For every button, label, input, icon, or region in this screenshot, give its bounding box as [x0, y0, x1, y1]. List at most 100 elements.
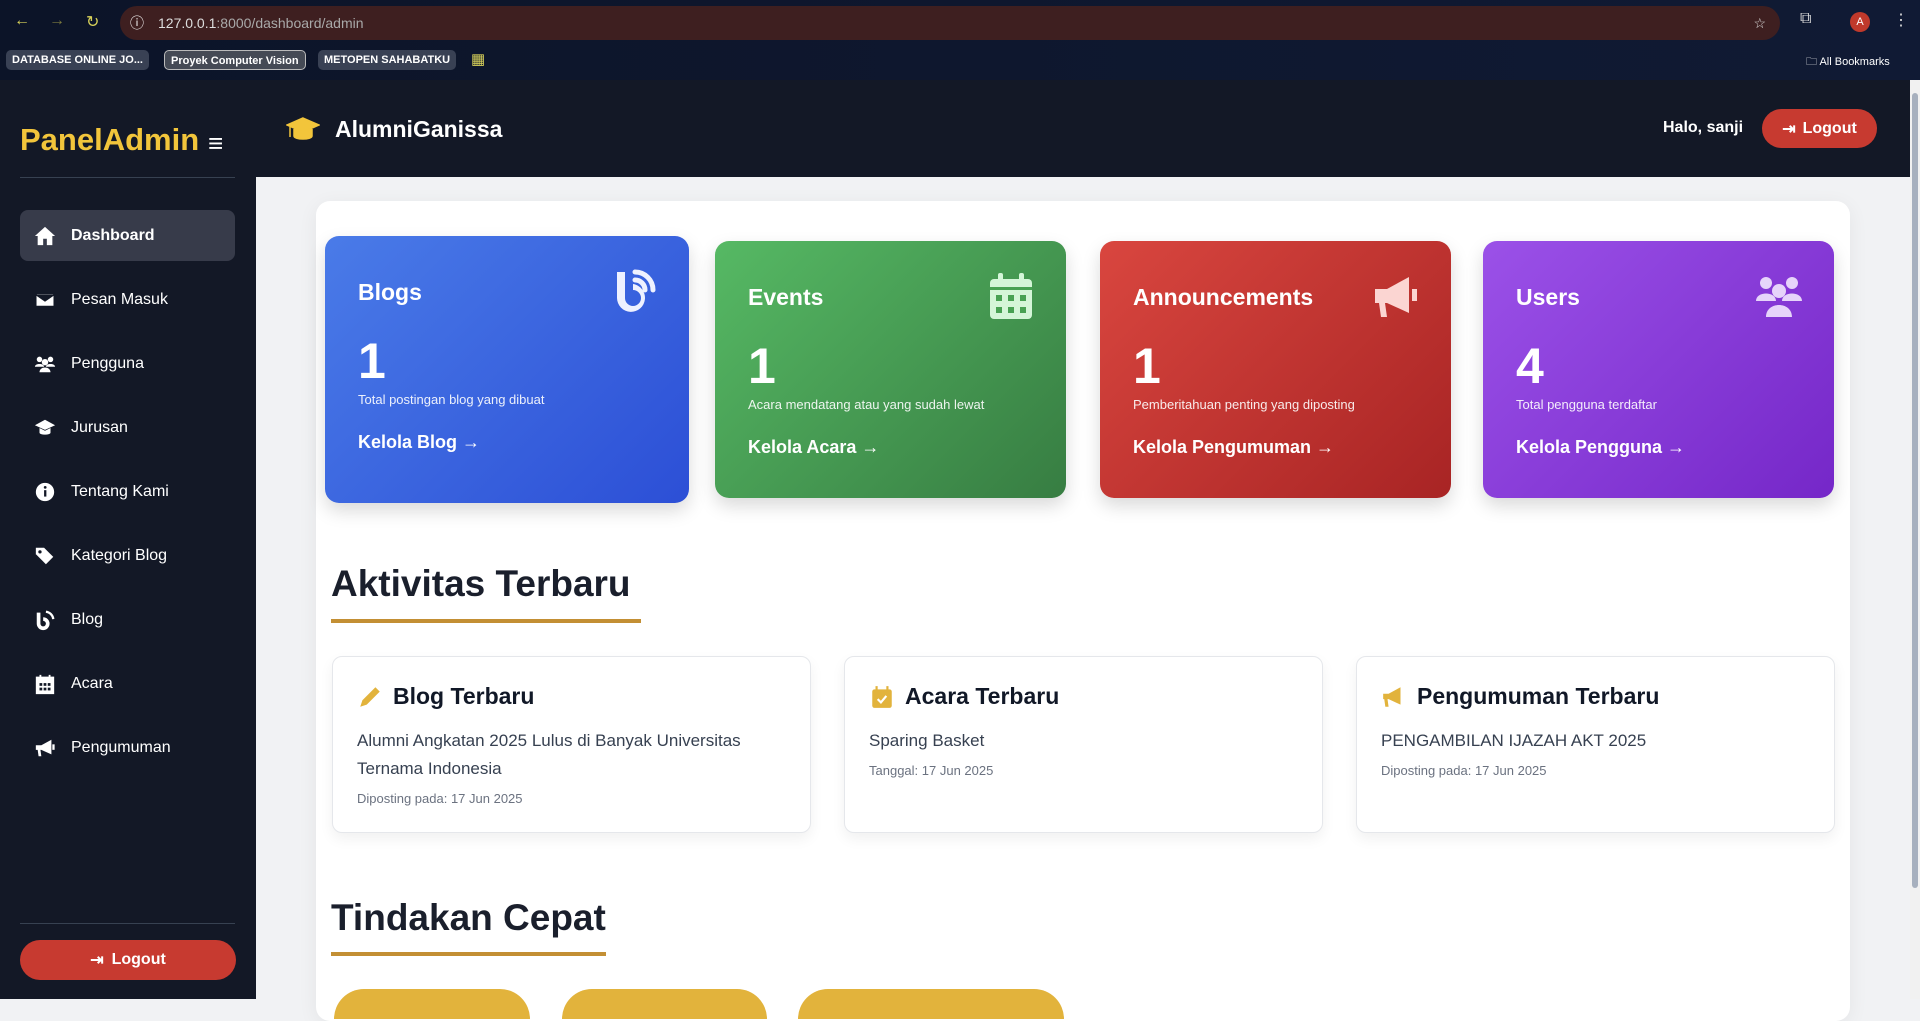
forward-icon[interactable]: →	[49, 12, 65, 30]
extensions-icon[interactable]: ⧉	[1800, 10, 1811, 28]
sidebar-item-label: Kategori Blog	[71, 546, 168, 564]
bookmark-item[interactable]: METOPEN SAHABATKU	[318, 50, 457, 70]
bookmark-star-icon[interactable]: ☆	[1753, 6, 1766, 40]
sidebar-item-pesan-masuk[interactable]: Pesan Masuk	[20, 274, 235, 325]
arrow-right-icon: →	[861, 437, 880, 457]
sidebar-item-label: Tentang Kami	[71, 482, 169, 500]
sidebar-item-label: Acara	[71, 674, 113, 692]
activity-card-body: PENGAMBILAN IJAZAH AKT 2025	[1381, 731, 1647, 750]
hamburger-menu-icon[interactable]: ≡	[208, 128, 223, 159]
sidebar-item-jurusan[interactable]: Jurusan	[20, 402, 235, 453]
stat-title: Blogs	[358, 279, 422, 305]
logout-icon: ⇥	[90, 952, 104, 969]
activity-card-title: Pengumuman Terbaru	[1417, 683, 1660, 709]
section-title-activity: Aktivitas Terbaru	[331, 563, 631, 604]
sidebar-item-kategori-blog[interactable]: Kategori Blog	[20, 530, 235, 581]
sidebar-item-pengumuman[interactable]: Pengumuman	[20, 722, 235, 773]
stat-card-announcements: Announcements 1 Pemberitahuan penting ya…	[1100, 241, 1451, 498]
quick-action-button[interactable]	[334, 989, 530, 1019]
graduation-cap-icon	[286, 117, 320, 140]
stat-card-users: Users 4 Total pengguna terdaftar Kelola …	[1483, 241, 1834, 498]
stat-card-events: Events 1 Acara mendatang atau yang sudah…	[715, 241, 1066, 498]
sidebar-logout-button[interactable]: ⇥ Logout	[20, 940, 236, 980]
stat-count: 1	[358, 333, 386, 389]
stat-description: Pemberitahuan penting yang diposting	[1133, 397, 1355, 412]
stat-manage-link[interactable]: Kelola Pengguna →	[1516, 437, 1685, 458]
sidebar-item-blog[interactable]: Blog	[20, 594, 235, 645]
users-icon	[1756, 277, 1802, 317]
home-icon	[34, 226, 56, 245]
link-label: Kelola Pengumuman	[1133, 437, 1312, 457]
bullhorn-icon	[35, 739, 55, 756]
section-underline	[331, 619, 641, 623]
site-info-icon[interactable]: ⓘ	[130, 6, 144, 40]
sidebar-divider	[20, 923, 235, 924]
calendar-check-icon	[872, 685, 892, 708]
activity-card: Blog Terbaru Alumni Angkatan 2025 Lulus …	[332, 656, 811, 833]
stat-title: Announcements	[1133, 284, 1314, 310]
address-bar[interactable]: ⓘ 127.0.0.1:8000/dashboard/admin ☆	[120, 6, 1780, 40]
reload-icon[interactable]: ↻	[86, 12, 99, 32]
activity-card-meta: Diposting pada: 17 Jun 2025	[357, 791, 523, 806]
menu-icon[interactable]: ⋮	[1893, 10, 1909, 30]
bookmark-item[interactable]: DATABASE ONLINE JO...	[6, 50, 149, 70]
scrollbar-thumb[interactable]	[1912, 93, 1918, 888]
logout-icon: ⇥	[1782, 120, 1796, 138]
app-title: AlumniGanissa	[335, 116, 503, 142]
header-logout-button[interactable]: ⇥ Logout	[1762, 109, 1877, 148]
sidebar-item-label: Blog	[71, 610, 104, 628]
all-bookmarks[interactable]: 🗀 All Bookmarks	[1806, 53, 1890, 72]
activity-card: Pengumuman Terbaru PENGAMBILAN IJAZAH AK…	[1356, 656, 1835, 833]
blog-icon	[36, 610, 55, 630]
user-greeting: Halo, sanji	[1663, 119, 1744, 136]
stat-manage-link[interactable]: Kelola Blog →	[358, 432, 480, 453]
activity-card-body: Alumni Angkatan 2025 Lulus di Banyak Uni…	[357, 731, 741, 778]
section-title-quick-actions: Tindakan Cepat	[331, 897, 606, 938]
tags-icon	[35, 547, 54, 564]
calendar-icon	[990, 273, 1032, 319]
profile-avatar[interactable]: A	[1850, 12, 1870, 32]
info-icon	[35, 482, 55, 501]
section-underline	[331, 952, 606, 956]
graduation-cap-icon	[34, 419, 56, 435]
apps-grid-icon[interactable]: ▦	[471, 50, 485, 68]
arrow-right-icon: →	[462, 432, 481, 452]
activity-card-title: Blog Terbaru	[393, 683, 535, 709]
sidebar-item-label: Pengguna	[71, 354, 144, 372]
sidebar-item-pengguna[interactable]: Pengguna	[20, 338, 235, 389]
pencil-icon	[360, 686, 380, 707]
stat-count: 4	[1516, 338, 1544, 394]
stat-description: Acara mendatang atau yang sudah lewat	[748, 397, 985, 412]
url-host: 127.0.0.1	[158, 15, 217, 31]
link-label: Kelola Blog	[358, 432, 458, 452]
users-icon	[34, 356, 56, 372]
bookmark-item[interactable]: Proyek Computer Vision	[164, 50, 306, 70]
link-label: Kelola Acara	[748, 437, 857, 457]
stat-count: 1	[1133, 338, 1161, 394]
quick-action-button[interactable]	[562, 989, 767, 1019]
blog-icon	[617, 269, 656, 312]
top-header	[256, 80, 1910, 177]
stat-title: Events	[748, 284, 824, 310]
activity-card-body: Sparing Basket	[869, 731, 985, 750]
sidebar-divider	[20, 177, 235, 178]
url-path: :8000/dashboard/admin	[216, 15, 364, 31]
sidebar-item-label: Jurusan	[71, 418, 128, 436]
activity-card-meta: Diposting pada: 17 Jun 2025	[1381, 763, 1547, 778]
stat-manage-link[interactable]: Kelola Acara →	[748, 437, 879, 458]
arrow-right-icon: →	[1667, 437, 1686, 457]
bullhorn-icon	[1375, 277, 1417, 317]
quick-action-button[interactable]	[798, 989, 1064, 1019]
arrow-right-icon: →	[1316, 437, 1335, 457]
sidebar-item-label: Pesan Masuk	[71, 290, 168, 308]
sidebar-item-dashboard[interactable]: Dashboard	[20, 210, 235, 261]
sidebar-item-tentang-kami[interactable]: Tentang Kami	[20, 466, 235, 517]
stat-manage-link[interactable]: Kelola Pengumuman →	[1133, 437, 1334, 458]
back-icon[interactable]: ←	[14, 12, 30, 30]
logout-label: Logout	[1802, 119, 1857, 137]
sidebar-item-acara[interactable]: Acara	[20, 658, 235, 709]
stat-count: 1	[748, 338, 776, 394]
stat-title: Users	[1516, 284, 1580, 310]
logout-label: Logout	[111, 951, 166, 968]
stat-card-blogs: Blogs 1 Total postingan blog yang dibuat…	[325, 236, 689, 503]
